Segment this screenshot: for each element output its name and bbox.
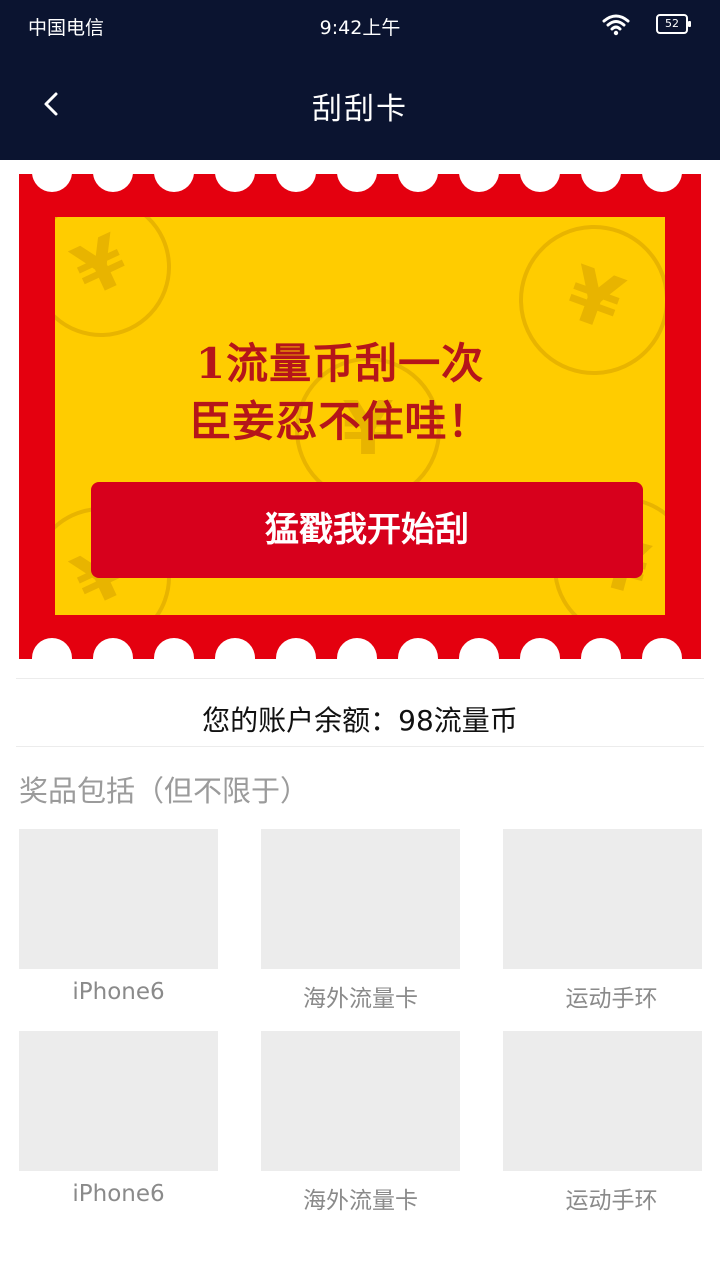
prize-item[interactable]: 运动手环 — [503, 829, 702, 1013]
prize-label: 海外流量卡 — [303, 1188, 418, 1214]
prize-item[interactable]: 运动手环 — [503, 1031, 702, 1215]
prize-image — [19, 1031, 218, 1171]
page-title: 刮刮卡 — [312, 92, 408, 127]
prize-item[interactable]: 海外流量卡 — [261, 829, 460, 1013]
divider — [16, 678, 704, 679]
prize-label: 运动手环 — [565, 986, 658, 1012]
battery-icon: 52 — [656, 14, 691, 34]
slogan-line-2: 臣妾忍不住哇！ — [189, 397, 491, 446]
prize-label: 海外流量卡 — [303, 986, 418, 1012]
prize-label: iPhone6 — [72, 979, 165, 1005]
scratch-ticket: ¥ ¥ ¥ ¥ ¥ 1流量币刮一次 臣妾忍不住哇！ 猛戳我开始刮 — [19, 174, 701, 659]
slogan-line-1: 1流量币刮一次 — [195, 339, 485, 388]
ticket-panel: ¥ ¥ ¥ ¥ ¥ 1流量币刮一次 臣妾忍不住哇！ 猛戳我开始刮 — [55, 217, 665, 615]
prize-label: iPhone6 — [72, 1181, 165, 1207]
ticket-bottom-edge — [32, 638, 682, 659]
prizes-heading: 奖品包括（但不限于） — [19, 774, 310, 808]
app-header: 中国电信 9:42上午 52 刮刮卡 — [0, 0, 720, 160]
ticket-slogan: 1流量币刮一次 臣妾忍不住哇！ — [55, 335, 665, 451]
prize-item[interactable]: 海外流量卡 — [261, 1031, 460, 1215]
account-balance: 您的账户余额：98流量币 — [202, 704, 518, 737]
ticket-top-edge — [32, 174, 682, 192]
prize-label: 运动手环 — [565, 1188, 658, 1214]
prize-image — [503, 829, 702, 969]
prize-image — [503, 1031, 702, 1171]
wifi-icon — [602, 14, 630, 36]
start-scratch-button[interactable]: 猛戳我开始刮 — [91, 482, 643, 578]
prize-image — [19, 829, 218, 969]
prize-image — [261, 1031, 460, 1171]
divider — [16, 746, 704, 747]
status-bar: 中国电信 9:42上午 52 — [0, 0, 720, 50]
prize-image — [261, 829, 460, 969]
prize-item[interactable]: iPhone6 — [19, 829, 218, 1005]
prize-item[interactable]: iPhone6 — [19, 1031, 218, 1207]
